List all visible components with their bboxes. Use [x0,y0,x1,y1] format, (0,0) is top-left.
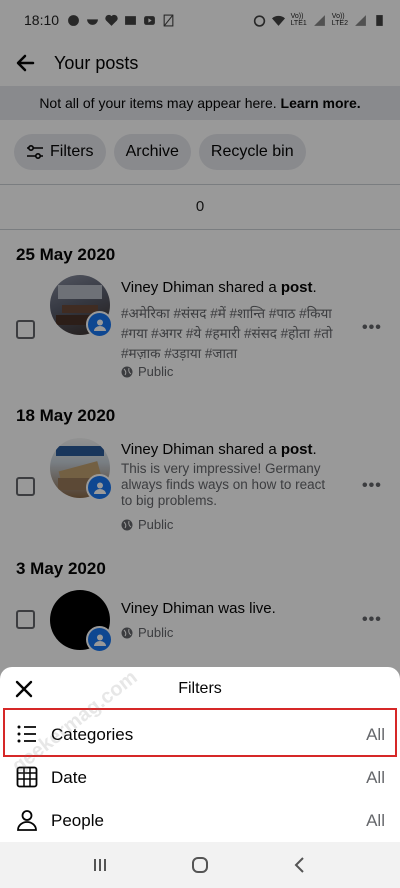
recent-apps-icon[interactable] [90,855,110,875]
filter-row-people[interactable]: People All [0,799,400,842]
sheet-header: Filters [0,667,400,711]
back-nav-icon[interactable] [290,855,310,875]
filter-value: All [366,767,385,787]
home-icon[interactable] [190,855,210,875]
filter-value: All [366,724,385,744]
filter-label: People [51,810,104,830]
sheet-title: Filters [178,680,222,697]
system-nav-bar [0,842,400,888]
filters-sheet: Filters Categories All Date All People A… [0,667,400,842]
filter-value: All [366,810,385,830]
filter-row-date[interactable]: Date All [0,756,400,799]
person-outline-icon [17,810,37,831]
filter-label: Date [51,767,87,787]
